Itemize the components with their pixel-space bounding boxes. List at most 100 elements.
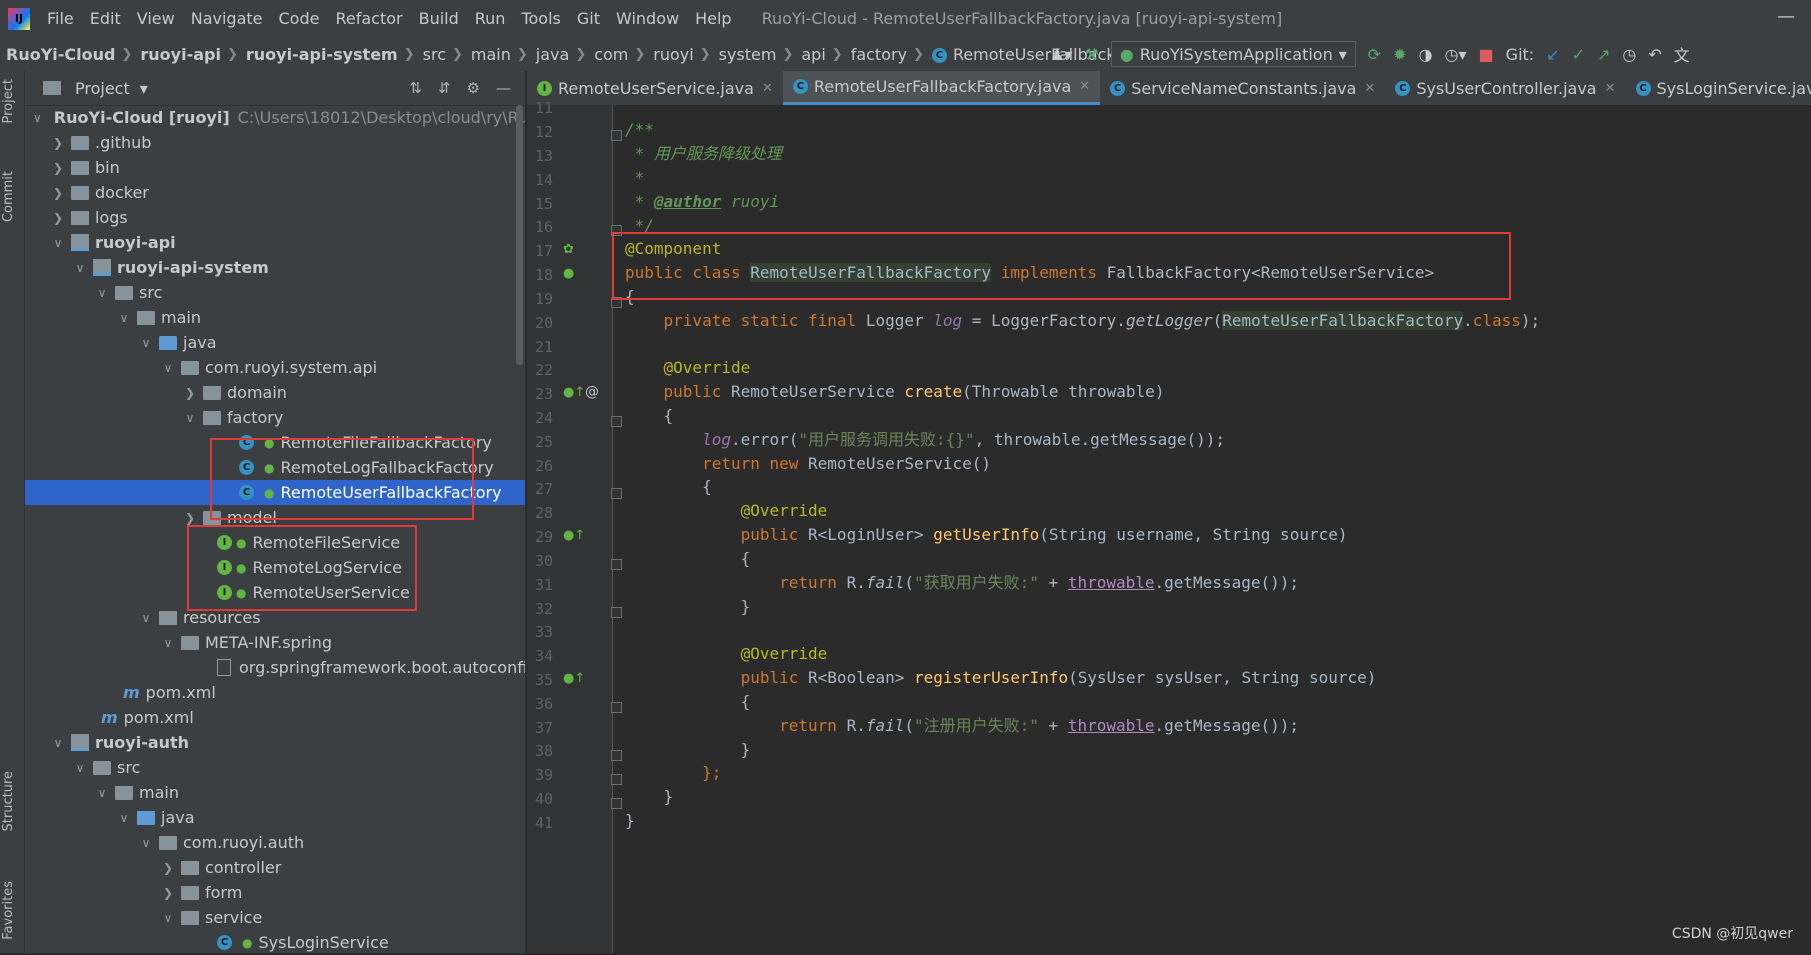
fold-marker-icon[interactable] — [611, 559, 622, 570]
close-icon[interactable]: ✕ — [1364, 81, 1375, 96]
minimize-icon[interactable]: — — [1777, 6, 1795, 27]
breadcrumb-java[interactable]: java — [530, 45, 574, 64]
build-hammer-icon[interactable]: ⚒ — [1084, 45, 1098, 64]
breadcrumb-src[interactable]: src — [417, 45, 450, 64]
menu-run[interactable]: Run — [467, 9, 514, 28]
tree-item-ruoyi-auth[interactable]: ∨ ruoyi-auth — [25, 730, 551, 755]
menu-code[interactable]: Code — [271, 9, 328, 28]
git-update-icon[interactable]: ↙ — [1546, 45, 1559, 64]
fold-marker-icon[interactable] — [611, 297, 622, 308]
line-number: 22 — [534, 361, 553, 379]
breadcrumb-main[interactable]: main — [465, 45, 515, 64]
fold-marker-icon[interactable] — [611, 607, 622, 618]
line-number: 29 — [534, 528, 553, 546]
folder-icon — [71, 135, 89, 150]
tree-item-ruoyi-cloud[interactable]: ∨ RuoYi-Cloud [ruoyi] C:\Users\18012\Deskt… — [25, 105, 533, 130]
lock-icon: ● — [264, 485, 275, 500]
breadcrumb-factory[interactable]: factory — [845, 45, 911, 64]
menu-view[interactable]: View — [129, 9, 183, 28]
implementing-method-icon[interactable]: ●↑ — [563, 385, 585, 400]
spring-bean-icon[interactable]: ✿ — [563, 242, 574, 257]
chevron-down-icon[interactable]: ▾ — [140, 79, 148, 98]
stop-icon[interactable]: ■ — [1479, 45, 1494, 64]
side-tab-structure[interactable]: Structure — [1, 771, 16, 831]
watermark: CSDN @初见qwer — [1671, 926, 1793, 942]
side-tab-favorites[interactable]: Favorites — [1, 881, 16, 940]
fold-marker-icon[interactable] — [611, 750, 622, 761]
tree-item-ruoyi-api-system[interactable]: ∨ ruoyi-api-system — [25, 255, 573, 280]
implements-icon[interactable]: ● — [563, 266, 574, 281]
fold-marker-icon[interactable] — [611, 774, 622, 785]
tree-item-src[interactable]: ∨ src — [25, 280, 595, 305]
menu-window[interactable]: Window — [608, 9, 687, 28]
fold-marker-icon[interactable] — [611, 798, 622, 809]
collapse-all-icon[interactable]: ⇵ — [438, 79, 451, 97]
code-editor[interactable]: 11 12 13 14 15 16 17 18 19 20 21 22 23 2… — [527, 99, 1811, 953]
history-icon[interactable]: ◷ — [1622, 45, 1636, 64]
chevron-right-icon: ❯ — [184, 510, 196, 525]
fold-marker-icon[interactable] — [611, 416, 622, 427]
hide-icon[interactable]: — — [496, 79, 511, 97]
fold-marker-icon[interactable] — [611, 225, 622, 236]
user-icon[interactable]: ♟▾ — [1050, 45, 1072, 64]
tab-sys-login-service[interactable]: CSysLoginService.java✕ — [1626, 71, 1811, 105]
side-tab-commit[interactable]: Commit — [1, 171, 16, 222]
tree-item-auth-src[interactable]: ∨ src — [25, 755, 573, 780]
line-number: 21 — [534, 338, 553, 356]
line-number: 20 — [534, 314, 553, 332]
tree-item-pom-api[interactable]: m pom.xml — [25, 705, 601, 730]
breadcrumb-com[interactable]: com — [588, 45, 632, 64]
coverage-icon[interactable]: ◑ — [1419, 45, 1433, 64]
menu-tools[interactable]: Tools — [513, 9, 568, 28]
annotation-icon[interactable]: @ — [585, 384, 599, 400]
tree-item-logs[interactable]: ❯ logs — [25, 205, 551, 230]
menu-help[interactable]: Help — [687, 9, 739, 28]
menu-edit[interactable]: Edit — [82, 9, 129, 28]
side-tab-project[interactable]: Project — [1, 79, 16, 123]
close-icon[interactable]: ✕ — [1605, 81, 1616, 96]
run-configuration-select[interactable]: ● RuoYiSystemApplication ▾ — [1110, 41, 1356, 67]
tool-window-strip: Project Commit Structure Favorites — [0, 71, 25, 953]
implementing-method-icon[interactable]: ●↑ — [563, 528, 585, 543]
tab-remote-user-fallback-factory[interactable]: C RemoteUserFallbackFactory.java ✕ — [782, 71, 1101, 105]
rollback-icon[interactable]: ↶ — [1648, 45, 1661, 64]
project-panel-title[interactable]: Project — [75, 79, 130, 98]
translate-icon[interactable]: 文 — [1674, 42, 1690, 66]
package-icon — [181, 860, 199, 875]
gear-icon[interactable]: ⚙ — [467, 79, 480, 97]
tree-item-docker[interactable]: ❯ docker — [25, 180, 551, 205]
fold-marker-icon[interactable] — [611, 702, 622, 713]
breadcrumb-submodule[interactable]: ruoyi-api-system — [240, 45, 402, 64]
debug-icon[interactable]: ✹ — [1393, 45, 1406, 64]
implementing-method-icon[interactable]: ●↑ — [563, 671, 585, 686]
menu-build[interactable]: Build — [411, 9, 467, 28]
git-push-icon[interactable]: ↗ — [1597, 45, 1610, 64]
breadcrumb-ruoyi[interactable]: ruoyi — [647, 45, 697, 64]
fold-marker-icon[interactable] — [611, 130, 622, 141]
tab-remote-user-service[interactable]: I RemoteUserService.java ✕ — [527, 71, 783, 105]
breadcrumb-system[interactable]: system — [713, 45, 781, 64]
menu-navigate[interactable]: Navigate — [183, 9, 271, 28]
tree-item-github[interactable]: ❯ .github — [25, 130, 551, 155]
tree-item-bin[interactable]: ❯ bin — [25, 155, 551, 180]
menu-git[interactable]: Git — [569, 9, 608, 28]
profile-icon[interactable]: ◷▾ — [1445, 45, 1467, 64]
git-commit-icon[interactable]: ✓ — [1572, 45, 1585, 64]
tree-item-ruoyi-api[interactable]: ∨ ruoyi-api — [25, 230, 551, 255]
breadcrumb-api[interactable]: api — [795, 45, 829, 64]
menu-refactor[interactable]: Refactor — [327, 9, 410, 28]
breadcrumb-module[interactable]: ruoyi-api — [134, 45, 225, 64]
expand-all-icon[interactable]: ⇅ — [409, 79, 422, 97]
code-line-38: } — [625, 740, 751, 759]
tab-service-name-constants[interactable]: C ServiceNameConstants.java ✕ — [1100, 71, 1385, 105]
fold-marker-icon[interactable] — [611, 488, 622, 499]
close-icon[interactable]: ✕ — [1079, 79, 1090, 94]
project-scrollbar[interactable] — [516, 105, 523, 365]
menu-file[interactable]: File — [39, 9, 82, 28]
tab-sys-user-controller[interactable]: C SysUserController.java ✕ — [1385, 71, 1625, 105]
tree-item-auth-main[interactable]: ∨ main — [25, 780, 595, 805]
breadcrumb-project[interactable]: RuoYi-Cloud — [0, 45, 119, 64]
rerun-icon[interactable]: ⟳ — [1368, 45, 1381, 64]
close-icon[interactable]: ✕ — [762, 81, 773, 96]
line-number: 13 — [534, 147, 553, 165]
